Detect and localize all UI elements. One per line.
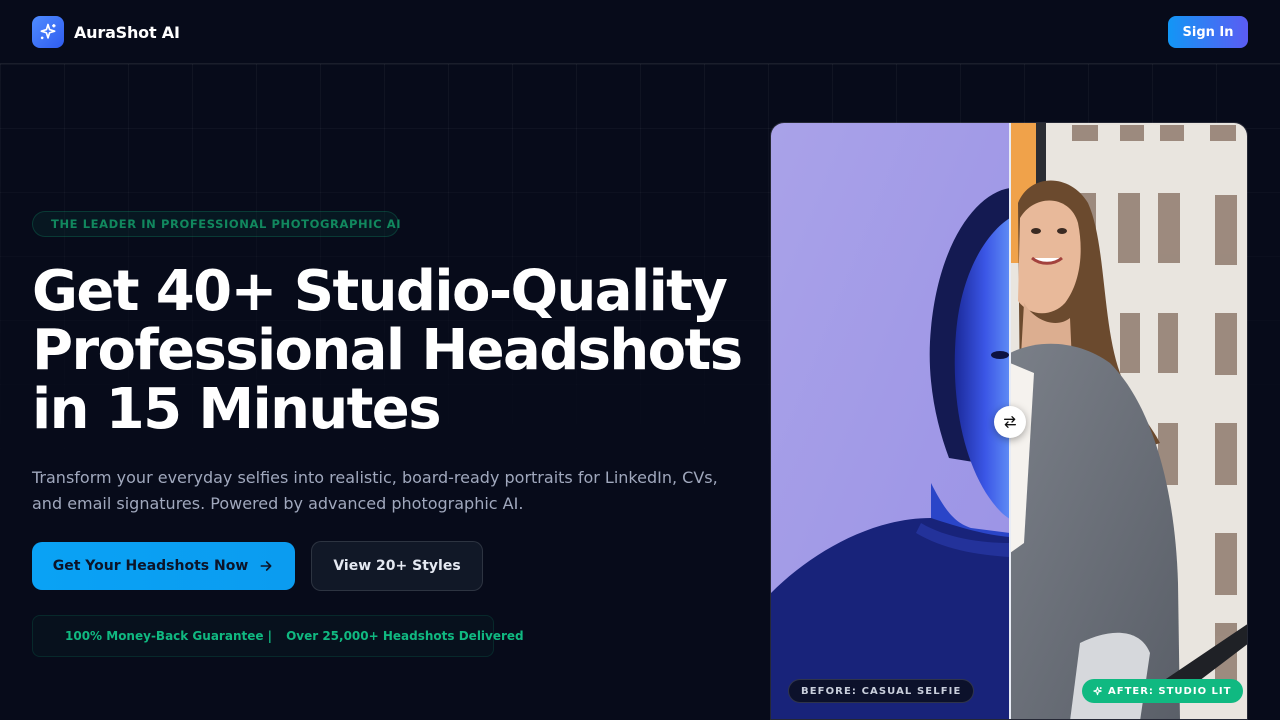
after-label-text: AFTER: STUDIO LIT — [1108, 685, 1232, 697]
hero-title-line: Get 40+ Studio-Quality — [32, 259, 728, 324]
after-photo — [1010, 123, 1247, 719]
brand-logo[interactable]: AuraShot AI — [32, 16, 180, 48]
before-photo-image — [771, 123, 1010, 719]
before-after-comparison[interactable]: BEFORE: CASUAL SELFIE AFTER: STUDIO LIT — [770, 122, 1248, 720]
comparison-slider-handle[interactable] — [994, 406, 1026, 438]
get-headshots-label: Get Your Headshots Now — [52, 558, 249, 574]
hero-subtitle: Transform your everyday selfies into rea… — [32, 468, 718, 513]
eyebrow-badge: THE LEADER IN PROFESSIONAL PHOTOGRAPHIC … — [32, 211, 402, 237]
sparkles-icon — [32, 16, 64, 48]
hero-title-line: Professional Headshots — [32, 318, 743, 383]
view-styles-button[interactable]: View 20+ Styles — [311, 541, 483, 591]
eyebrow-text: THE LEADER IN PROFESSIONAL PHOTOGRAPHIC … — [51, 217, 402, 231]
before-photo — [771, 123, 1010, 719]
trust-bar: 100% Money-Back Guarantee | Over 25,000+… — [32, 615, 524, 657]
sign-in-button[interactable]: Sign In — [1168, 16, 1248, 48]
after-photo-image — [1010, 123, 1247, 719]
after-label: AFTER: STUDIO LIT — [1082, 679, 1244, 703]
brand-name: AuraShot AI — [74, 22, 180, 42]
headshots-delivered-text: Over 25,000+ Headshots Delivered — [286, 629, 524, 643]
navbar: AuraShot AI Sign In — [0, 0, 1280, 64]
swap-arrows-icon — [1004, 416, 1016, 428]
money-back-guarantee-text: 100% Money-Back Guarantee | — [65, 629, 273, 643]
get-headshots-button[interactable]: Get Your Headshots Now — [32, 542, 295, 590]
hero-title: Get 40+ Studio-Quality Professional Head… — [32, 262, 752, 439]
sparkles-icon — [1093, 686, 1102, 695]
before-label: BEFORE: CASUAL SELFIE — [788, 679, 975, 703]
arrow-right-icon — [260, 561, 272, 571]
hero-title-line: in 15 Minutes — [32, 377, 442, 442]
